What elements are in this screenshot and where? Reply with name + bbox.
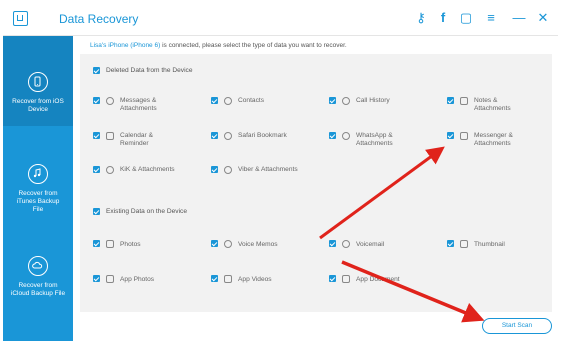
whatsapp-label: WhatsApp & Attachments <box>356 132 393 147</box>
app-videos-icon <box>224 275 232 283</box>
app-photos-label: App Photos <box>120 276 155 283</box>
deleted-section-label: Deleted Data from the Device <box>106 67 193 74</box>
call-history-checkbox[interactable] <box>329 97 336 104</box>
thumbnail-icon <box>460 240 468 248</box>
kik-icon <box>106 166 114 174</box>
home-icon[interactable] <box>13 11 28 26</box>
viber-icon <box>224 166 232 174</box>
close-icon[interactable]: ✕ <box>535 10 551 26</box>
sidebar-item-label: Recover from iCloud Backup File <box>10 282 66 297</box>
sidebar-item-ios-device[interactable]: Recover from iOS Device <box>3 36 73 126</box>
app-photos-icon <box>106 275 114 283</box>
menu-icon[interactable]: ≡ <box>483 10 499 26</box>
messages-checkbox[interactable] <box>93 97 100 104</box>
main-content: Lisa's iPhone (iPhone 6) is connected, p… <box>74 36 558 341</box>
safari-label: Safari Bookmark <box>238 132 287 139</box>
app-window: Data Recovery ⚷ f ▢ ≡ — ✕ Recover from i… <box>0 0 564 344</box>
whatsapp-checkbox[interactable] <box>329 132 336 139</box>
kik-checkbox[interactable] <box>93 166 100 173</box>
photos-checkbox[interactable] <box>93 240 100 247</box>
connection-notice: Lisa's iPhone (iPhone 6) is connected, p… <box>90 42 347 49</box>
messages-label: Messages & Attachments <box>120 97 157 112</box>
app-videos-checkbox[interactable] <box>211 275 218 282</box>
app-videos-label: App Videos <box>238 276 272 283</box>
viber-checkbox[interactable] <box>211 166 218 173</box>
message-icon <box>106 97 114 105</box>
messenger-checkbox[interactable] <box>447 132 454 139</box>
notice-text: is connected, please select the type of … <box>160 42 347 49</box>
existing-section-checkbox[interactable] <box>93 208 100 215</box>
call-history-icon <box>342 97 350 105</box>
calendar-icon <box>106 132 114 140</box>
notes-icon <box>460 97 468 105</box>
start-scan-button[interactable]: Start Scan <box>482 318 552 334</box>
kik-label: KiK & Attachments <box>120 166 175 173</box>
app-photos-checkbox[interactable] <box>93 275 100 282</box>
deleted-section-checkbox[interactable] <box>93 67 100 74</box>
sidebar-item-itunes-backup[interactable]: Recover from iTunes Backup File <box>3 164 73 214</box>
calendar-checkbox[interactable] <box>93 132 100 139</box>
contacts-checkbox[interactable] <box>211 97 218 104</box>
facebook-icon[interactable]: f <box>435 10 451 26</box>
sidebar: Recover from iOS Device Recover from iTu… <box>3 36 73 341</box>
voice-memos-checkbox[interactable] <box>211 240 218 247</box>
voice-memo-icon <box>224 240 232 248</box>
device-name: Lisa's iPhone (iPhone 6) <box>90 42 161 49</box>
thumbnail-label: Thumbnail <box>474 241 505 248</box>
app-document-label: App Document <box>356 276 400 283</box>
whatsapp-icon <box>342 132 350 140</box>
notes-label: Notes & Attachments <box>474 97 511 112</box>
call-history-label: Call History <box>356 97 390 104</box>
contacts-label: Contacts <box>238 97 265 104</box>
sidebar-item-label: Recover from iOS Device <box>12 98 64 113</box>
existing-section-label: Existing Data on the Device <box>106 208 187 215</box>
feedback-icon[interactable]: ▢ <box>458 10 474 26</box>
camera-icon <box>106 240 114 248</box>
key-icon[interactable]: ⚷ <box>413 10 429 26</box>
contacts-icon <box>224 97 232 105</box>
voicemail-icon <box>342 240 350 248</box>
title-bar: Data Recovery ⚷ f ▢ ≡ — ✕ <box>3 3 558 36</box>
app-document-icon <box>342 275 350 283</box>
photos-label: Photos <box>120 241 141 248</box>
minimize-icon[interactable]: — <box>511 10 527 26</box>
thumbnail-checkbox[interactable] <box>447 240 454 247</box>
phone-icon <box>28 72 48 92</box>
messenger-icon <box>460 132 468 140</box>
safari-checkbox[interactable] <box>211 132 218 139</box>
sidebar-item-label: Recover from iTunes Backup File <box>16 190 60 213</box>
safari-icon <box>224 132 232 140</box>
music-note-icon <box>28 164 48 184</box>
data-type-panel: Deleted Data from the Device Messages & … <box>80 54 552 312</box>
sidebar-item-icloud-backup[interactable]: Recover from iCloud Backup File <box>3 256 73 298</box>
app-document-checkbox[interactable] <box>329 275 336 282</box>
voicemail-label: Voicemail <box>356 241 385 248</box>
messenger-label: Messenger & Attachments <box>474 132 513 147</box>
voice-memos-label: Voice Memos <box>238 241 278 248</box>
calendar-label: Calendar & Reminder <box>120 132 153 147</box>
cloud-icon <box>28 256 48 276</box>
viber-label: Viber & Attachments <box>238 166 298 173</box>
voicemail-checkbox[interactable] <box>329 240 336 247</box>
app-title: Data Recovery <box>59 12 139 26</box>
notes-checkbox[interactable] <box>447 97 454 104</box>
